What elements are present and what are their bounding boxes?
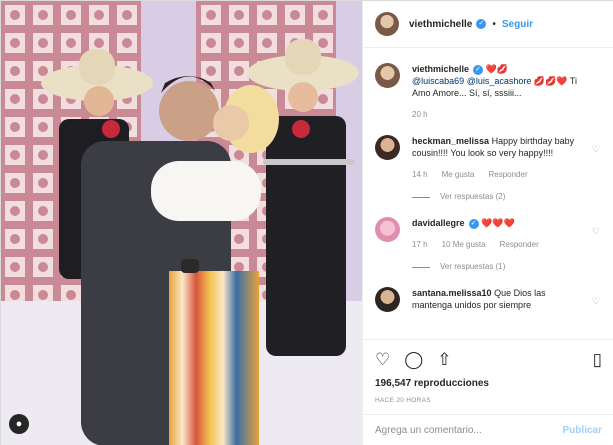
view-count-label: reproducciones bbox=[413, 378, 489, 389]
view-replies-button[interactable]: Ver respuestas (2) bbox=[412, 191, 582, 203]
view-count-number: 196,547 bbox=[375, 378, 412, 389]
reply-button[interactable]: Responder bbox=[488, 169, 527, 181]
post-timestamp[interactable]: HACE 20 HORAS bbox=[375, 397, 602, 404]
view-replies-label: Ver respuestas (1) bbox=[440, 262, 506, 271]
caption-time: 20 h bbox=[412, 110, 428, 119]
comment-username[interactable]: santana.melissa10 bbox=[412, 288, 492, 298]
comment-username[interactable]: heckman_melissa bbox=[412, 136, 489, 146]
bookmark-icon[interactable]: ▯ bbox=[593, 350, 602, 370]
comment-likes[interactable]: Me gusta bbox=[442, 169, 475, 181]
separator-dot: • bbox=[492, 18, 496, 30]
avatar[interactable] bbox=[375, 217, 400, 242]
comment-form: Publicar bbox=[363, 414, 613, 445]
view-replies-label: Ver respuestas (2) bbox=[440, 192, 506, 201]
post-window: ● viethmichelle ✓ • Seguir viethmichelle… bbox=[0, 0, 613, 445]
comment-likes[interactable]: 10 Me gusta bbox=[442, 239, 486, 251]
comment-input[interactable] bbox=[375, 425, 563, 436]
view-replies-button[interactable]: Ver respuestas (1) bbox=[412, 261, 582, 273]
avatar[interactable] bbox=[375, 287, 400, 312]
reply-button[interactable]: Responder bbox=[500, 239, 539, 251]
verified-badge-icon: ✓ bbox=[476, 19, 487, 29]
video-frame bbox=[1, 1, 362, 445]
caption-text-pre: ❤️💋 bbox=[483, 64, 508, 74]
list-item: davidallegre ✓ ❤️❤️❤️ 17 h 10 Me gusta Re… bbox=[375, 217, 602, 273]
mention-link[interactable]: @luiscaba69 bbox=[412, 76, 464, 86]
list-item: santana.melissa10 Que Dios las mantenga … bbox=[375, 287, 602, 312]
post-video[interactable]: ● bbox=[1, 1, 362, 445]
user-tag-icon[interactable]: ● bbox=[9, 414, 29, 434]
heart-icon[interactable]: ♡ bbox=[592, 296, 600, 307]
publish-button[interactable]: Publicar bbox=[563, 425, 602, 436]
heart-icon[interactable]: ♡ bbox=[592, 226, 600, 237]
avatar[interactable] bbox=[375, 63, 400, 88]
heart-icon[interactable]: ♡ bbox=[375, 350, 390, 370]
comment-time: 17 h bbox=[412, 240, 428, 249]
view-count[interactable]: 196,547 reproducciones bbox=[375, 378, 602, 389]
caption: viethmichelle ✓ ❤️💋 @luiscaba69 @luis_aca… bbox=[375, 63, 602, 121]
follow-button[interactable]: Seguir bbox=[502, 19, 533, 30]
comment-username[interactable]: davidallegre bbox=[412, 218, 465, 228]
caption-username[interactable]: viethmichelle bbox=[412, 64, 469, 74]
list-item: heckman_melissa Happy birthday baby cous… bbox=[375, 135, 602, 203]
post-header: viethmichelle ✓ • Seguir bbox=[363, 1, 613, 48]
header-username[interactable]: viethmichelle bbox=[409, 19, 472, 30]
verified-badge-icon: ✓ bbox=[473, 64, 484, 75]
post-actions: ♡ ◯ ⇧ ▯ 196,547 reproducciones HACE 20 H… bbox=[363, 339, 613, 412]
comment-text: ❤️❤️❤️ bbox=[481, 218, 515, 228]
verified-badge-icon: ✓ bbox=[468, 218, 479, 229]
comments-list[interactable]: viethmichelle ✓ ❤️💋 @luiscaba69 @luis_aca… bbox=[363, 49, 613, 339]
post-sidebar: viethmichelle ✓ • Seguir viethmichelle ✓ … bbox=[362, 1, 613, 445]
avatar[interactable] bbox=[375, 12, 399, 36]
mention-link[interactable]: @luis_acashore bbox=[467, 76, 532, 86]
heart-icon[interactable]: ♡ bbox=[592, 144, 600, 155]
comment-time: 14 h bbox=[412, 170, 428, 179]
share-icon[interactable]: ⇧ bbox=[437, 350, 451, 370]
avatar[interactable] bbox=[375, 135, 400, 160]
comment-icon[interactable]: ◯ bbox=[404, 350, 423, 370]
